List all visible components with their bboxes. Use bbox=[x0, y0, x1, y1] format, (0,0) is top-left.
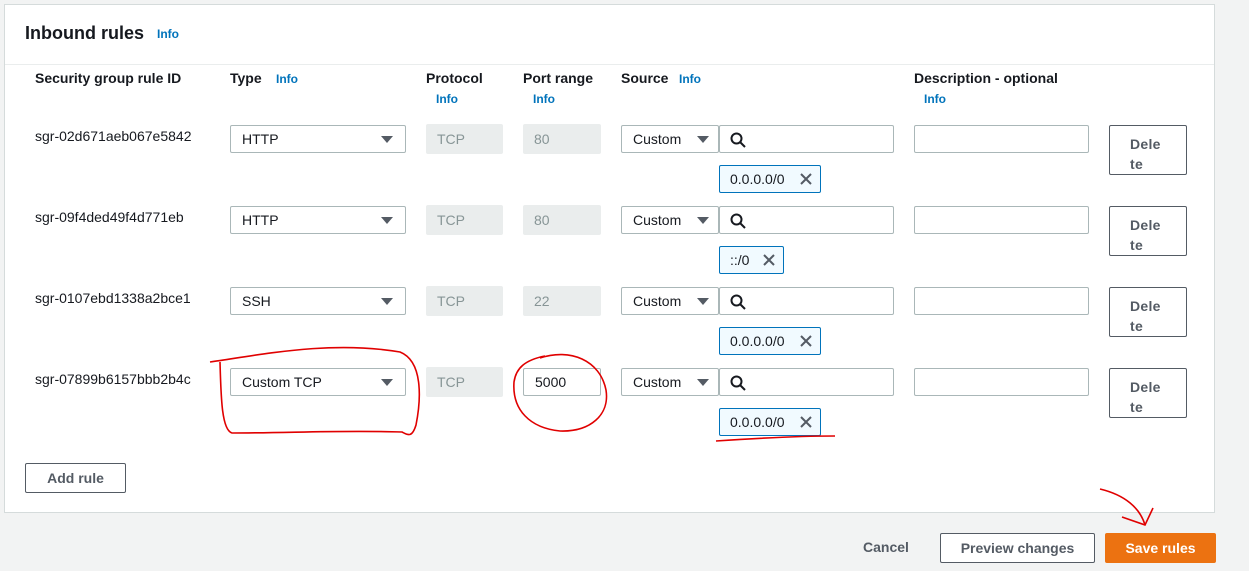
protocol-info-link[interactable]: Info bbox=[436, 92, 458, 106]
search-icon bbox=[730, 375, 746, 391]
column-header-port-range: Port range bbox=[523, 70, 594, 86]
search-icon bbox=[730, 213, 746, 229]
protocol-field: TCP bbox=[426, 367, 503, 397]
delete-rule-button[interactable]: Dele te bbox=[1109, 368, 1187, 418]
type-select[interactable]: HTTP bbox=[230, 206, 406, 234]
delete-label-line-2: te bbox=[1130, 237, 1144, 253]
type-select[interactable]: Custom TCP bbox=[230, 368, 406, 396]
type-select-value: Custom TCP bbox=[242, 374, 322, 390]
cidr-token: 0.0.0.0/0 bbox=[719, 327, 821, 355]
cidr-token: 0.0.0.0/0 bbox=[719, 165, 821, 193]
delete-label-line-1: Dele bbox=[1130, 298, 1161, 314]
search-icon bbox=[730, 294, 746, 310]
delete-rule-button[interactable]: Dele te bbox=[1109, 125, 1187, 175]
cidr-token: 0.0.0.0/0 bbox=[719, 408, 821, 436]
remove-icon[interactable] bbox=[799, 415, 813, 429]
rule-id: sgr-0107ebd1338a2bce1 bbox=[35, 290, 191, 306]
delete-label-line-2: te bbox=[1130, 156, 1144, 172]
source-info-link[interactable]: Info bbox=[679, 72, 701, 86]
source-type-value: Custom bbox=[633, 374, 682, 390]
column-header-rule-id: Security group rule ID bbox=[35, 70, 182, 86]
search-icon bbox=[730, 132, 746, 148]
source-type-value: Custom bbox=[633, 293, 682, 309]
source-type-select[interactable]: Custom bbox=[621, 287, 719, 315]
protocol-field: TCP bbox=[426, 286, 503, 316]
description-info-link[interactable]: Info bbox=[924, 92, 946, 106]
rule-id: sgr-02d671aeb067e5842 bbox=[35, 128, 192, 144]
protocol-field: TCP bbox=[426, 205, 503, 235]
port-range-info-link[interactable]: Info bbox=[533, 92, 555, 106]
type-select[interactable]: SSH bbox=[230, 287, 406, 315]
panel-title: Inbound rules bbox=[25, 23, 144, 43]
source-search-input[interactable] bbox=[719, 287, 894, 315]
type-select-value: SSH bbox=[242, 293, 271, 309]
preview-changes-button[interactable]: Preview changes bbox=[940, 533, 1095, 563]
description-input[interactable] bbox=[914, 287, 1089, 315]
panel-info-link[interactable]: Info bbox=[157, 27, 179, 41]
caret-down-icon bbox=[697, 217, 709, 224]
port-range-field: 80 bbox=[523, 124, 601, 154]
add-rule-button[interactable]: Add rule bbox=[25, 463, 126, 493]
delete-label-line-2: te bbox=[1130, 399, 1144, 415]
cidr-token: ::/0 bbox=[719, 246, 784, 274]
caret-down-icon bbox=[381, 379, 393, 386]
rule-id: sgr-09f4ded49f4d771eb bbox=[35, 209, 184, 225]
source-type-select[interactable]: Custom bbox=[621, 206, 719, 234]
description-input[interactable] bbox=[914, 206, 1089, 234]
delete-label-line-2: te bbox=[1130, 318, 1144, 334]
rule-id: sgr-07899b6157bbb2b4c bbox=[35, 371, 191, 387]
remove-icon[interactable] bbox=[799, 334, 813, 348]
caret-down-icon bbox=[381, 136, 393, 143]
type-select-value: HTTP bbox=[242, 131, 279, 147]
delete-rule-button[interactable]: Dele te bbox=[1109, 206, 1187, 256]
column-header-type: Type bbox=[230, 70, 262, 86]
delete-label-line-1: Dele bbox=[1130, 217, 1161, 233]
caret-down-icon bbox=[697, 298, 709, 305]
source-type-select[interactable]: Custom bbox=[621, 125, 719, 153]
delete-label-line-1: Dele bbox=[1130, 379, 1161, 395]
cancel-button[interactable]: Cancel bbox=[855, 533, 917, 563]
protocol-field: TCP bbox=[426, 124, 503, 154]
caret-down-icon bbox=[381, 217, 393, 224]
save-rules-button[interactable]: Save rules bbox=[1105, 533, 1216, 563]
cidr-token-label: 0.0.0.0/0 bbox=[730, 414, 785, 430]
remove-icon[interactable] bbox=[799, 172, 813, 186]
cidr-token-label: ::/0 bbox=[730, 252, 750, 268]
caret-down-icon bbox=[697, 136, 709, 143]
panel-header: Inbound rules Info bbox=[5, 5, 1214, 65]
remove-icon[interactable] bbox=[762, 253, 776, 267]
delete-rule-button[interactable]: Dele te bbox=[1109, 287, 1187, 337]
type-info-link[interactable]: Info bbox=[276, 72, 298, 86]
source-search-input[interactable] bbox=[719, 206, 894, 234]
caret-down-icon bbox=[381, 298, 393, 305]
column-header-protocol: Protocol bbox=[426, 70, 483, 86]
source-search-input[interactable] bbox=[719, 368, 894, 396]
port-range-input[interactable]: 5000 bbox=[523, 368, 601, 396]
description-input[interactable] bbox=[914, 368, 1089, 396]
cidr-token-label: 0.0.0.0/0 bbox=[730, 333, 785, 349]
type-select-value: HTTP bbox=[242, 212, 279, 228]
inbound-rules-panel: Inbound rules Info Security group rule I… bbox=[4, 4, 1215, 513]
source-type-value: Custom bbox=[633, 212, 682, 228]
source-search-input[interactable] bbox=[719, 125, 894, 153]
cidr-token-label: 0.0.0.0/0 bbox=[730, 171, 785, 187]
source-type-select[interactable]: Custom bbox=[621, 368, 719, 396]
column-header-source: Source bbox=[621, 70, 669, 86]
delete-label-line-1: Dele bbox=[1130, 136, 1161, 152]
caret-down-icon bbox=[697, 379, 709, 386]
type-select[interactable]: HTTP bbox=[230, 125, 406, 153]
description-input[interactable] bbox=[914, 125, 1089, 153]
column-header-description: Description - optional bbox=[914, 70, 1058, 86]
source-type-value: Custom bbox=[633, 131, 682, 147]
port-range-field: 80 bbox=[523, 205, 601, 235]
port-range-field: 22 bbox=[523, 286, 601, 316]
